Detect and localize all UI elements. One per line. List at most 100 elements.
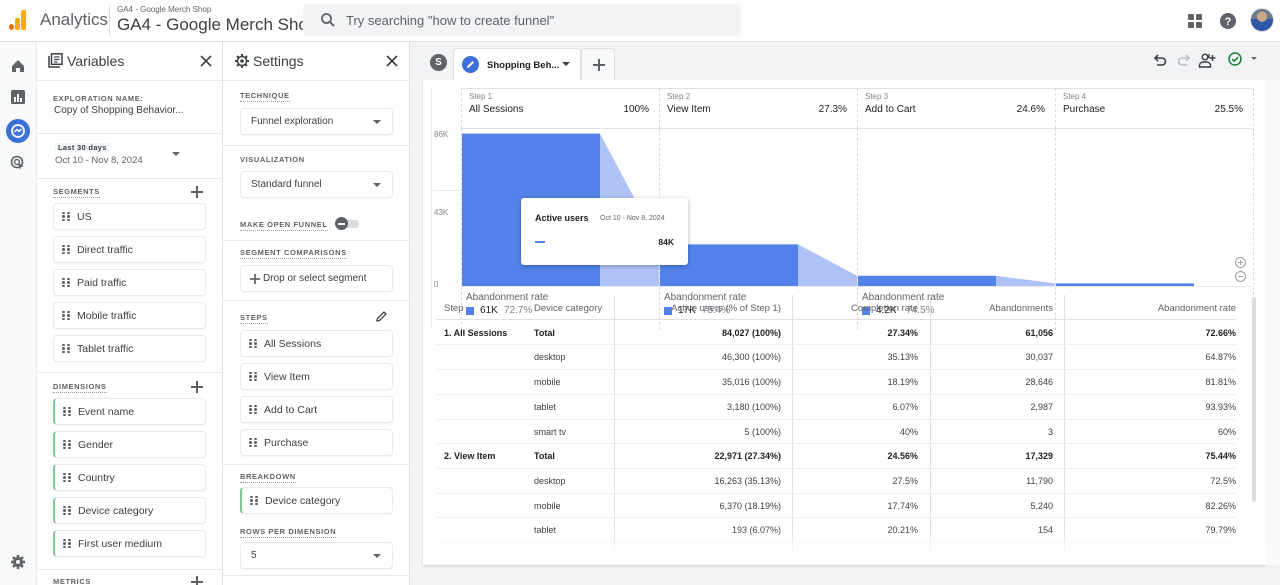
step-chip[interactable]: Add to Cart [240,396,393,423]
exploration-name[interactable]: Copy of Shopping Behavior... [54,105,184,116]
add-dimension-icon[interactable] [191,381,203,393]
advertising-icon[interactable] [8,153,28,173]
table-row[interactable]: smart tv 5 (100%) 40% 3 60% [436,419,1251,444]
add-metric-icon[interactable] [191,576,203,585]
drag-handle-icon[interactable] [249,338,257,349]
canvas-scrollbar[interactable] [1265,80,1280,565]
help-icon[interactable]: ? [1217,10,1239,32]
dimension-chip[interactable]: First user medium [53,530,206,557]
settings-gear-icon [235,54,249,68]
tab-shopping-behavior[interactable]: Shopping Beh... [453,48,581,81]
tab-dropdown-icon[interactable] [562,62,570,66]
visualization-label: VISUALIZATION [240,155,305,164]
drag-handle-icon[interactable] [250,495,258,506]
settings-title: Settings [253,53,304,69]
share-icon[interactable] [1198,52,1216,70]
add-tab-button[interactable] [581,48,615,81]
visualization-select[interactable]: Standard funnel [240,171,393,198]
open-funnel-toggle[interactable] [335,217,359,230]
cell-completion: 35.13% [887,352,918,363]
column-header[interactable]: Abandonments [989,303,1053,314]
drag-handle-icon[interactable] [249,437,257,448]
table-row[interactable]: mobile 35,016 (100%) 18.19% 28,646 81.81% [436,369,1251,394]
drag-handle-icon[interactable] [62,244,70,255]
admin-gear-icon[interactable] [8,552,28,572]
segment-chip[interactable]: Direct traffic [53,236,206,263]
column-header[interactable]: Active users (% of Step 1) [671,303,781,314]
table-row[interactable]: desktop 16,263 (35.13%) 27.5% 11,790 72.5% [436,468,1251,493]
drag-handle-icon[interactable] [62,211,70,222]
step-chip[interactable]: Purchase [240,429,393,456]
table-row[interactable]: 1. All Sessions Total 84,027 (100%) 27.34% 6… [436,320,1251,345]
table-row[interactable]: desktop 46,300 (100%) 35.13% 30,037 64.87% [436,344,1251,369]
drop-segment-label: Drop or select segment [263,273,367,284]
dimension-chip[interactable]: Device category [53,497,206,524]
drag-handle-icon[interactable] [249,371,257,382]
cell-completion: 18.19% [887,377,918,388]
drop-segment-target[interactable]: Drop or select segment [240,265,393,292]
close-variables-icon[interactable] [197,52,215,70]
breakdown-chip[interactable]: Device category [240,487,393,514]
explore-icon[interactable] [8,121,28,141]
column-header[interactable]: Device category [534,303,602,314]
divider [223,240,409,241]
divider [37,133,222,134]
search-box[interactable] [303,4,741,36]
drag-handle-icon[interactable] [63,472,71,483]
drag-handle-icon[interactable] [62,310,70,321]
dimension-chip[interactable]: Gender [53,431,206,458]
close-settings-icon[interactable] [383,52,401,70]
home-icon[interactable] [8,56,28,76]
technique-select[interactable]: Funnel exploration [240,108,393,135]
column-header[interactable]: Completion rate [851,303,918,314]
segment-badge[interactable]: S [430,54,447,71]
dimension-chip[interactable]: Country [53,464,206,491]
divider [109,6,110,36]
undo-icon[interactable] [1151,52,1169,70]
step-chip[interactable]: All Sessions [240,330,393,357]
divider [37,178,222,179]
cell-users: 35,016 (100%) [721,377,781,388]
dimension-chip[interactable]: Event name [53,398,206,425]
add-segment-icon[interactable] [191,186,203,198]
drag-handle-icon[interactable] [62,277,70,288]
segment-chip[interactable]: Tablet traffic [53,335,206,362]
cell-abandon-rate: 75.44% [1205,451,1236,462]
edit-steps-icon[interactable] [375,310,388,323]
drag-handle-icon[interactable] [249,404,257,415]
drag-handle-icon[interactable] [63,406,71,417]
segment-chip[interactable]: Paid traffic [53,269,206,296]
breakdown-value: Device category [265,494,341,507]
segment-chip[interactable]: US [53,203,206,230]
analytics-logo-icon[interactable] [9,10,27,30]
cell-abandonments: 61,056 [1025,327,1053,338]
table-header-row: Step Device category Active users (% of St… [436,295,1251,320]
table-row[interactable]: tablet 3,180 (100%) 6.07% 2,987 93.93% [436,394,1251,419]
search-input[interactable] [346,10,726,30]
divider [223,575,409,576]
drag-handle-icon[interactable] [63,439,71,450]
drag-handle-icon[interactable] [62,343,70,354]
metrics-label: METRICS [53,577,91,585]
rows-per-dimension-select[interactable]: 5 [240,542,393,569]
table-scrollbar[interactable] [1252,297,1256,502]
column-header[interactable]: Step [444,303,464,314]
table-row[interactable]: 2. View Item Total 22,971 (27.34%) 24.56% 17… [436,443,1251,468]
table-row[interactable]: mobile 6,370 (18.19%) 17.74% 5,240 82.26% [436,493,1251,518]
reports-icon[interactable] [8,87,28,107]
drag-handle-icon[interactable] [63,505,71,516]
segment-chip[interactable]: Mobile traffic [53,302,206,329]
cell-users: 84,027 (100%) [721,327,781,338]
drag-handle-icon[interactable] [63,538,71,549]
technique-value: Funnel exploration [251,116,334,127]
tab-label: Shopping Beh... [487,60,560,71]
step-chip[interactable]: View Item [240,363,393,390]
column-header[interactable]: Abandonment rate [1158,303,1236,314]
cell-completion: 24.56% [887,451,918,462]
cell-abandonments: 2,987 [1030,401,1053,412]
cell-device: desktop [534,352,566,363]
apps-grid-icon[interactable] [1184,10,1206,32]
redo-icon[interactable] [1175,52,1193,70]
status-menu[interactable] [1221,48,1265,70]
avatar[interactable] [1250,8,1274,32]
